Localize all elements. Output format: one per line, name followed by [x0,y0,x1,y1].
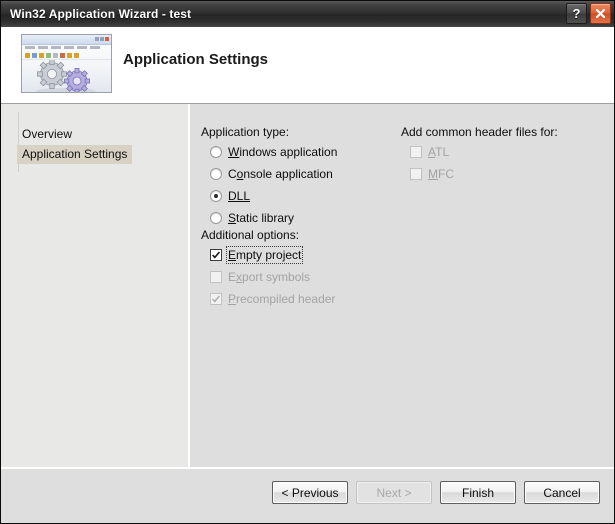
mini-window-buttons [95,37,109,41]
checkbox-label: Export symbols [228,270,310,284]
checkbox-mfc: MFC [410,167,454,181]
help-button[interactable]: ? [566,3,587,24]
radio-label: Static library [228,211,294,225]
checkbox-checked-icon [210,249,222,261]
mini-window-toolbar [22,52,111,60]
radio-dll[interactable]: DLL [210,189,250,203]
wizard-header: Application Settings [1,27,614,104]
window-title: Win32 Application Wizard - test [10,7,191,21]
sidebar-item-label: Application Settings [22,147,127,161]
close-icon [595,8,606,19]
radio-windows-application[interactable]: Windows application [210,145,337,159]
dialog-body: Overview Application Settings Applicatio… [1,104,614,467]
checkbox-empty-icon [410,146,422,158]
checkbox-label: Empty project [228,248,301,262]
gears-svg [22,60,111,93]
title-bar[interactable]: Win32 Application Wizard - test ? [1,1,614,28]
checkbox-empty-icon [410,168,422,180]
radio-circle-icon [210,146,222,158]
checkbox-label: MFC [428,167,454,181]
checkbox-checked-disabled-icon [210,293,222,305]
radio-label: DLL [228,189,250,203]
checkbox-empty-project[interactable]: Empty project [210,248,301,262]
checkbox-empty-icon [210,271,222,283]
checkbox-export-symbols: Export symbols [210,270,310,284]
checkbox-atl: ATL [410,145,449,159]
close-button[interactable] [590,3,611,24]
win32-application-wizard-dialog: Win32 Application Wizard - test ? [0,0,615,524]
checkbox-precompiled-header: Precompiled header [210,292,335,306]
application-type-label: Application type: [201,125,289,139]
additional-options-label: Additional options: [201,228,299,242]
mini-window-titlebar [22,35,111,45]
radio-label: Console application [228,167,333,181]
app-wizard-gears-icon [21,34,112,93]
gears-illustration [22,60,111,93]
radio-label: Windows application [228,145,337,159]
checkbox-label: Precompiled header [228,292,335,306]
next-button: Next > [356,481,432,504]
radio-circle-icon [210,168,222,180]
sidebar-item-application-settings[interactable]: Application Settings [17,145,132,164]
sidebar-item-label: Overview [22,127,72,141]
mini-window-menubar [22,45,111,52]
settings-panel: Application type: Windows application Co… [192,104,614,467]
radio-circle-selected-icon [210,190,222,202]
page-title: Application Settings [123,51,268,68]
finish-button[interactable]: Finish [440,481,516,504]
question-mark-icon: ? [573,6,581,21]
radio-console-application[interactable]: Console application [210,167,333,181]
wizard-sidebar: Overview Application Settings [1,104,190,467]
title-bar-buttons: ? [566,3,611,24]
cancel-button[interactable]: Cancel [524,481,600,504]
common-headers-label: Add common header files for: [401,125,558,139]
dialog-button-bar: < Previous Next > Finish Cancel [1,467,614,523]
previous-button[interactable]: < Previous [272,481,348,504]
radio-circle-icon [210,212,222,224]
radio-static-library[interactable]: Static library [210,211,294,225]
button-group: < Previous Next > Finish Cancel [272,481,600,504]
sidebar-item-overview[interactable]: Overview [17,125,77,144]
checkbox-label: ATL [428,145,449,159]
